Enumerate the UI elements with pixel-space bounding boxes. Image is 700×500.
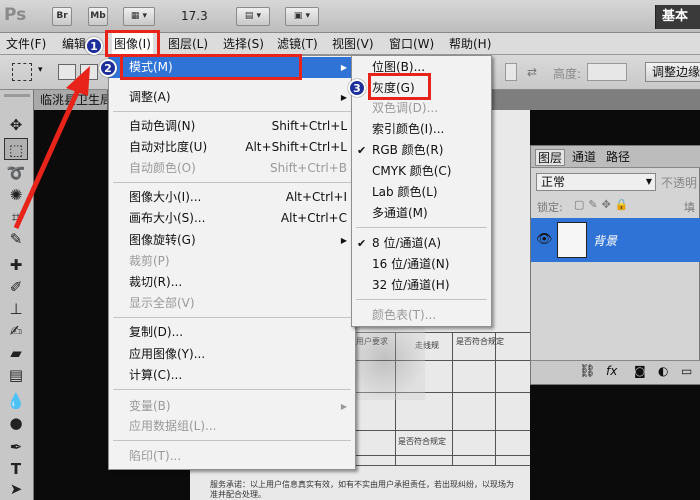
step-badge-3: 3 [348,79,366,97]
step-badge-1: 1 [85,37,103,55]
step-badge-2: 2 [99,59,117,77]
